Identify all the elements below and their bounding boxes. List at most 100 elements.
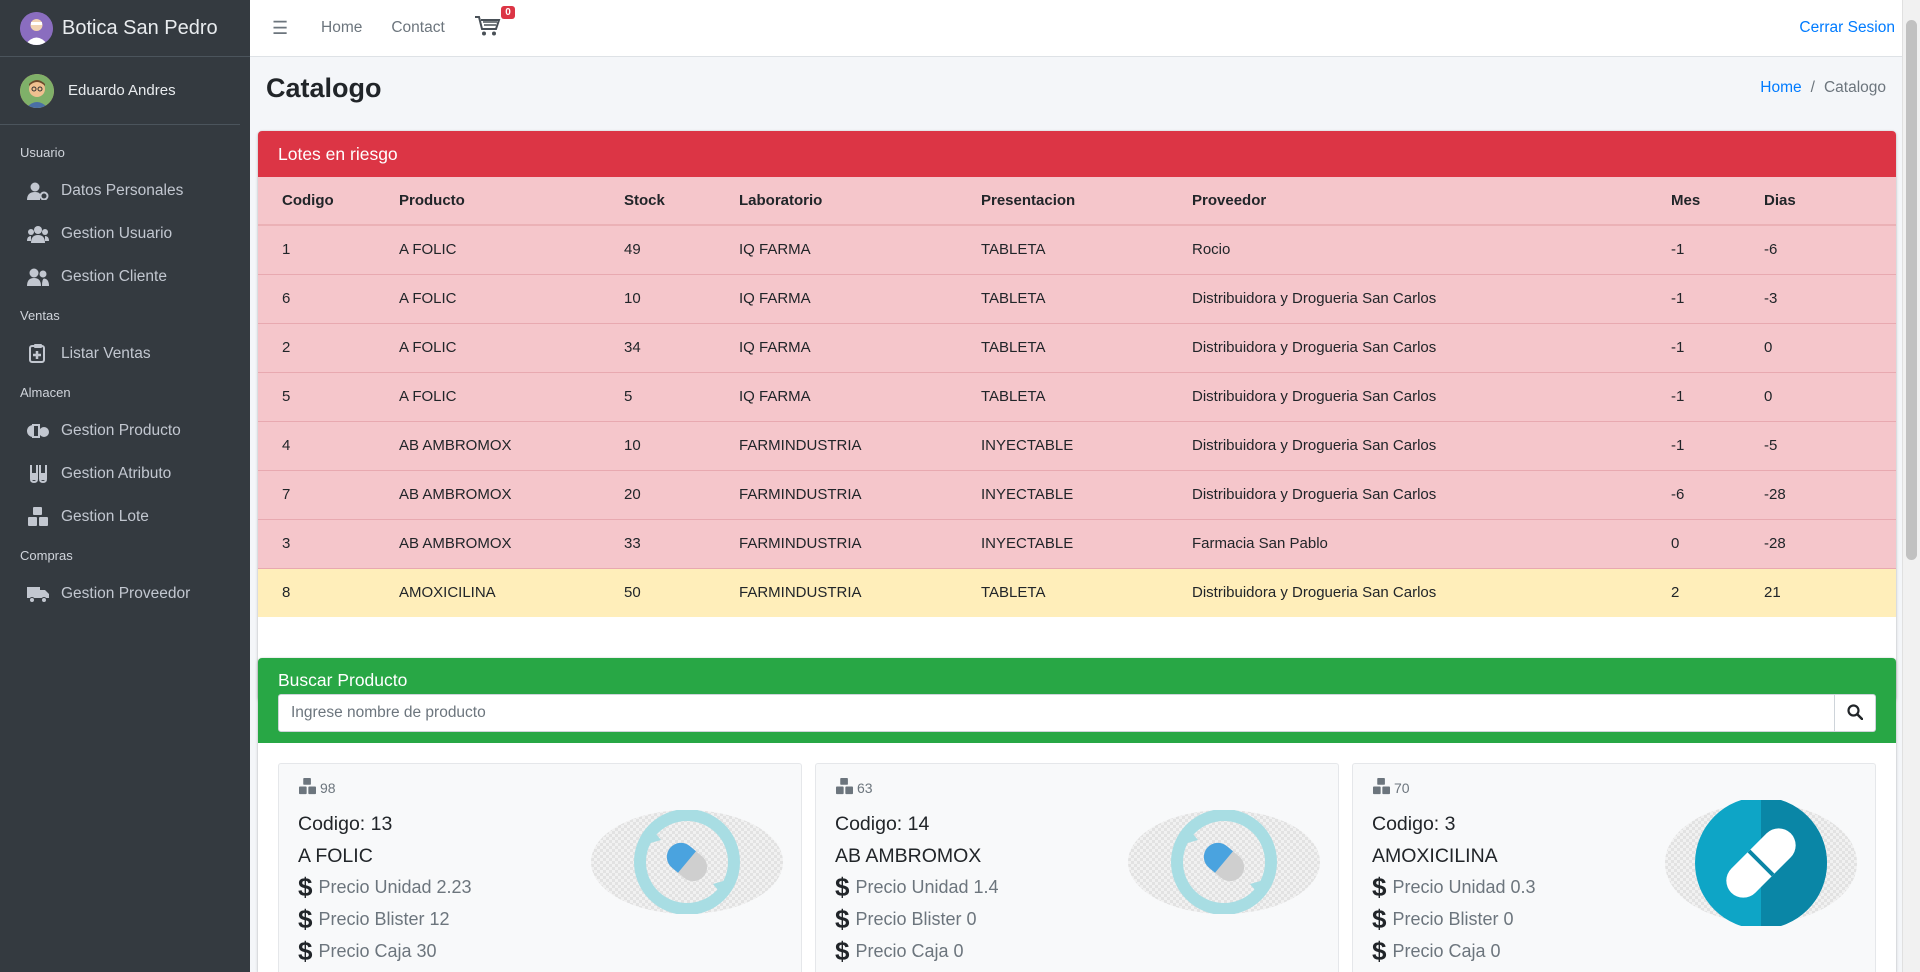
sidebar-item-gestion-proveedor[interactable]: Gestion Proveedor (0, 572, 250, 615)
logout-link[interactable]: Cerrar Sesion (1799, 19, 1895, 37)
price-blister-label: Precio Blister 0 (1392, 908, 1514, 929)
nav-link-home[interactable]: Home (321, 19, 362, 37)
sidebar-item-gestion-lote[interactable]: Gestion Lote (0, 495, 250, 538)
cell-laboratorio: FARMINDUSTRIA (739, 470, 981, 520)
sidebar-item-label: Gestion Producto (61, 421, 181, 439)
user-panel[interactable]: Eduardo Andres (0, 57, 240, 125)
cell-laboratorio: FARMINDUSTRIA (739, 568, 981, 617)
sidebar-item-gestion-atributo[interactable]: Gestion Atributo (0, 452, 250, 495)
sidebar-item-gestion-producto[interactable]: Gestion Producto (0, 409, 250, 452)
price-caja-label: Precio Caja 0 (855, 940, 964, 961)
cubes-icon (1372, 778, 1391, 798)
price-unidad-label: Precio Unidad 0.3 (1392, 876, 1536, 897)
cell-proveedor: Distribuidora y Drogueria San Carlos (1192, 470, 1671, 520)
cell-dias: -28 (1764, 470, 1896, 520)
product-card[interactable]: 63 Codigo: 14 AB AMBROMOX $ Precio Unidad… (815, 763, 1339, 972)
sidebar-item-listar-ventas[interactable]: Listar Ventas (0, 332, 250, 375)
cell-producto: AB AMBROMOX (399, 470, 624, 520)
pills-icon (27, 421, 49, 441)
dollar-icon: $ (298, 936, 313, 966)
col-header-laboratorio[interactable]: Laboratorio (739, 177, 981, 226)
cell-codigo: 7 (258, 470, 399, 520)
cell-proveedor: Rocio (1192, 225, 1671, 275)
product-code: Codigo: 13 (298, 813, 393, 835)
cell-codigo: 1 (258, 225, 399, 275)
table-row[interactable]: 4 AB AMBROMOX 10 FARMINDUSTRIA INYECTABLE Dis… (258, 421, 1896, 471)
cell-mes: -6 (1671, 470, 1764, 520)
table-row[interactable]: 6A FOLIC 10 IQ FARMA TABLETA Distribuidora y… (258, 274, 1896, 324)
truck-icon (27, 584, 49, 604)
users-icon (27, 224, 49, 244)
search-input[interactable] (278, 694, 1835, 732)
cubes-icon (27, 506, 49, 527)
main-content: Catalogo Home / Catalogo Lotes en riesgo C… (250, 57, 1902, 972)
user-name: Eduardo Andres (68, 82, 176, 99)
col-header-stock[interactable]: Stock (624, 177, 739, 226)
cell-proveedor: Farmacia San Pablo (1192, 519, 1671, 569)
cell-codigo: 6 (258, 274, 399, 324)
breadcrumb-home[interactable]: Home (1760, 79, 1801, 96)
nav-header-almacen: Almacen (20, 384, 71, 400)
scrollbar-thumb[interactable] (1906, 20, 1917, 560)
user-cog-icon (27, 181, 49, 201)
cell-producto: AMOXICILINA (399, 568, 624, 617)
table-row[interactable]: 2A FOLIC 34 IQ FARMA TABLETA Distribuidora y… (258, 323, 1896, 373)
table-row[interactable]: 8 AMOXICILINA 50 FARMINDUSTRIA TABLETA Distri… (258, 568, 1896, 617)
table-row[interactable]: 3 AB AMBROMOX 33 FARMINDUSTRIA INYECTABLE Far… (258, 519, 1896, 569)
price-caja-label: Precio Caja 0 (1392, 940, 1501, 961)
buscar-producto-title: Buscar Producto (278, 670, 408, 690)
cell-producto: A FOLIC (399, 274, 624, 324)
lotes-card: Lotes en riesgo Codigo Producto Stock La… (258, 131, 1896, 701)
table-row[interactable]: 1A FOLIC 49 IQ FARMA TABLETA Rocio -1 -6 (258, 225, 1896, 275)
col-header-codigo[interactable]: Codigo (258, 177, 399, 226)
product-stock-value: 98 (320, 780, 336, 796)
col-header-dias[interactable]: Dias (1764, 177, 1896, 226)
sidebar-item-label: Gestion Lote (61, 507, 149, 525)
col-header-proveedor[interactable]: Proveedor (1192, 177, 1671, 226)
cell-proveedor: Distribuidora y Drogueria San Carlos (1192, 323, 1671, 373)
vials-icon (27, 464, 49, 484)
cell-dias: -6 (1764, 225, 1896, 275)
product-card[interactable]: 70 Codigo: 3 AMOXICILINA $ Precio Unidad … (1352, 763, 1876, 972)
cart-count-badge: 0 (501, 6, 515, 19)
page-scrollbar[interactable] (1902, 0, 1920, 972)
sidebar-item-gestion-cliente[interactable]: Gestion Cliente (0, 255, 250, 298)
avatar (20, 73, 54, 108)
cell-presentacion: TABLETA (981, 323, 1192, 373)
cell-stock: 10 (624, 274, 739, 324)
search-button[interactable] (1835, 694, 1876, 732)
cell-laboratorio: IQ FARMA (739, 372, 981, 422)
sidebar-item-label: Datos Personales (61, 181, 184, 199)
cell-codigo: 4 (258, 421, 399, 471)
nav-link-contact[interactable]: Contact (391, 19, 444, 37)
sidebar-item-label: Gestion Usuario (61, 224, 173, 242)
dollar-icon: $ (1372, 872, 1387, 902)
menu-toggle-icon[interactable]: ☰ (272, 18, 292, 39)
sidebar-item-gestion-usuario[interactable]: Gestion Usuario (0, 212, 250, 255)
price-caja-label: Precio Caja 30 (318, 940, 437, 961)
table-row[interactable]: 5A FOLIC 5 IQ FARMA TABLETA Distribuidora y … (258, 372, 1896, 422)
product-stock: 70 (1372, 778, 1410, 798)
brand-name: Botica San Pedro (62, 16, 218, 39)
product-price-blister: $ Precio Blister 12 (298, 906, 450, 932)
product-price-caja: $ Precio Caja 0 (1372, 938, 1501, 964)
cart-button[interactable]: 0 (474, 6, 515, 43)
breadcrumb-current: Catalogo (1823, 79, 1886, 96)
col-header-producto[interactable]: Producto (399, 177, 624, 226)
table-row[interactable]: 7 AB AMBROMOX 20 FARMINDUSTRIA INYECTABLE Dis… (258, 470, 1896, 520)
product-card[interactable]: 98 Codigo: 13 A FOLIC $ Precio Unidad 2.2… (278, 763, 802, 972)
sidebar-item-datos-personales[interactable]: Datos Personales (0, 169, 250, 212)
cell-proveedor: Distribuidora y Drogueria San Carlos (1192, 274, 1671, 324)
cell-dias: 21 (1764, 568, 1896, 617)
product-price-unidad: $ Precio Unidad 1.4 (835, 874, 999, 900)
dollar-icon: $ (835, 904, 850, 934)
dollar-icon: $ (835, 872, 850, 902)
col-header-presentacion[interactable]: Presentacion (981, 177, 1192, 226)
sidebar-item-label: Gestion Proveedor (61, 584, 191, 602)
brand-link[interactable]: Botica San Pedro (0, 0, 250, 57)
search-icon (1847, 703, 1864, 723)
nav-header-usuario: Usuario (20, 144, 65, 160)
sidebar-item-label: Gestion Atributo (61, 464, 172, 482)
col-header-mes[interactable]: Mes (1671, 177, 1764, 226)
cell-dias: -3 (1764, 274, 1896, 324)
